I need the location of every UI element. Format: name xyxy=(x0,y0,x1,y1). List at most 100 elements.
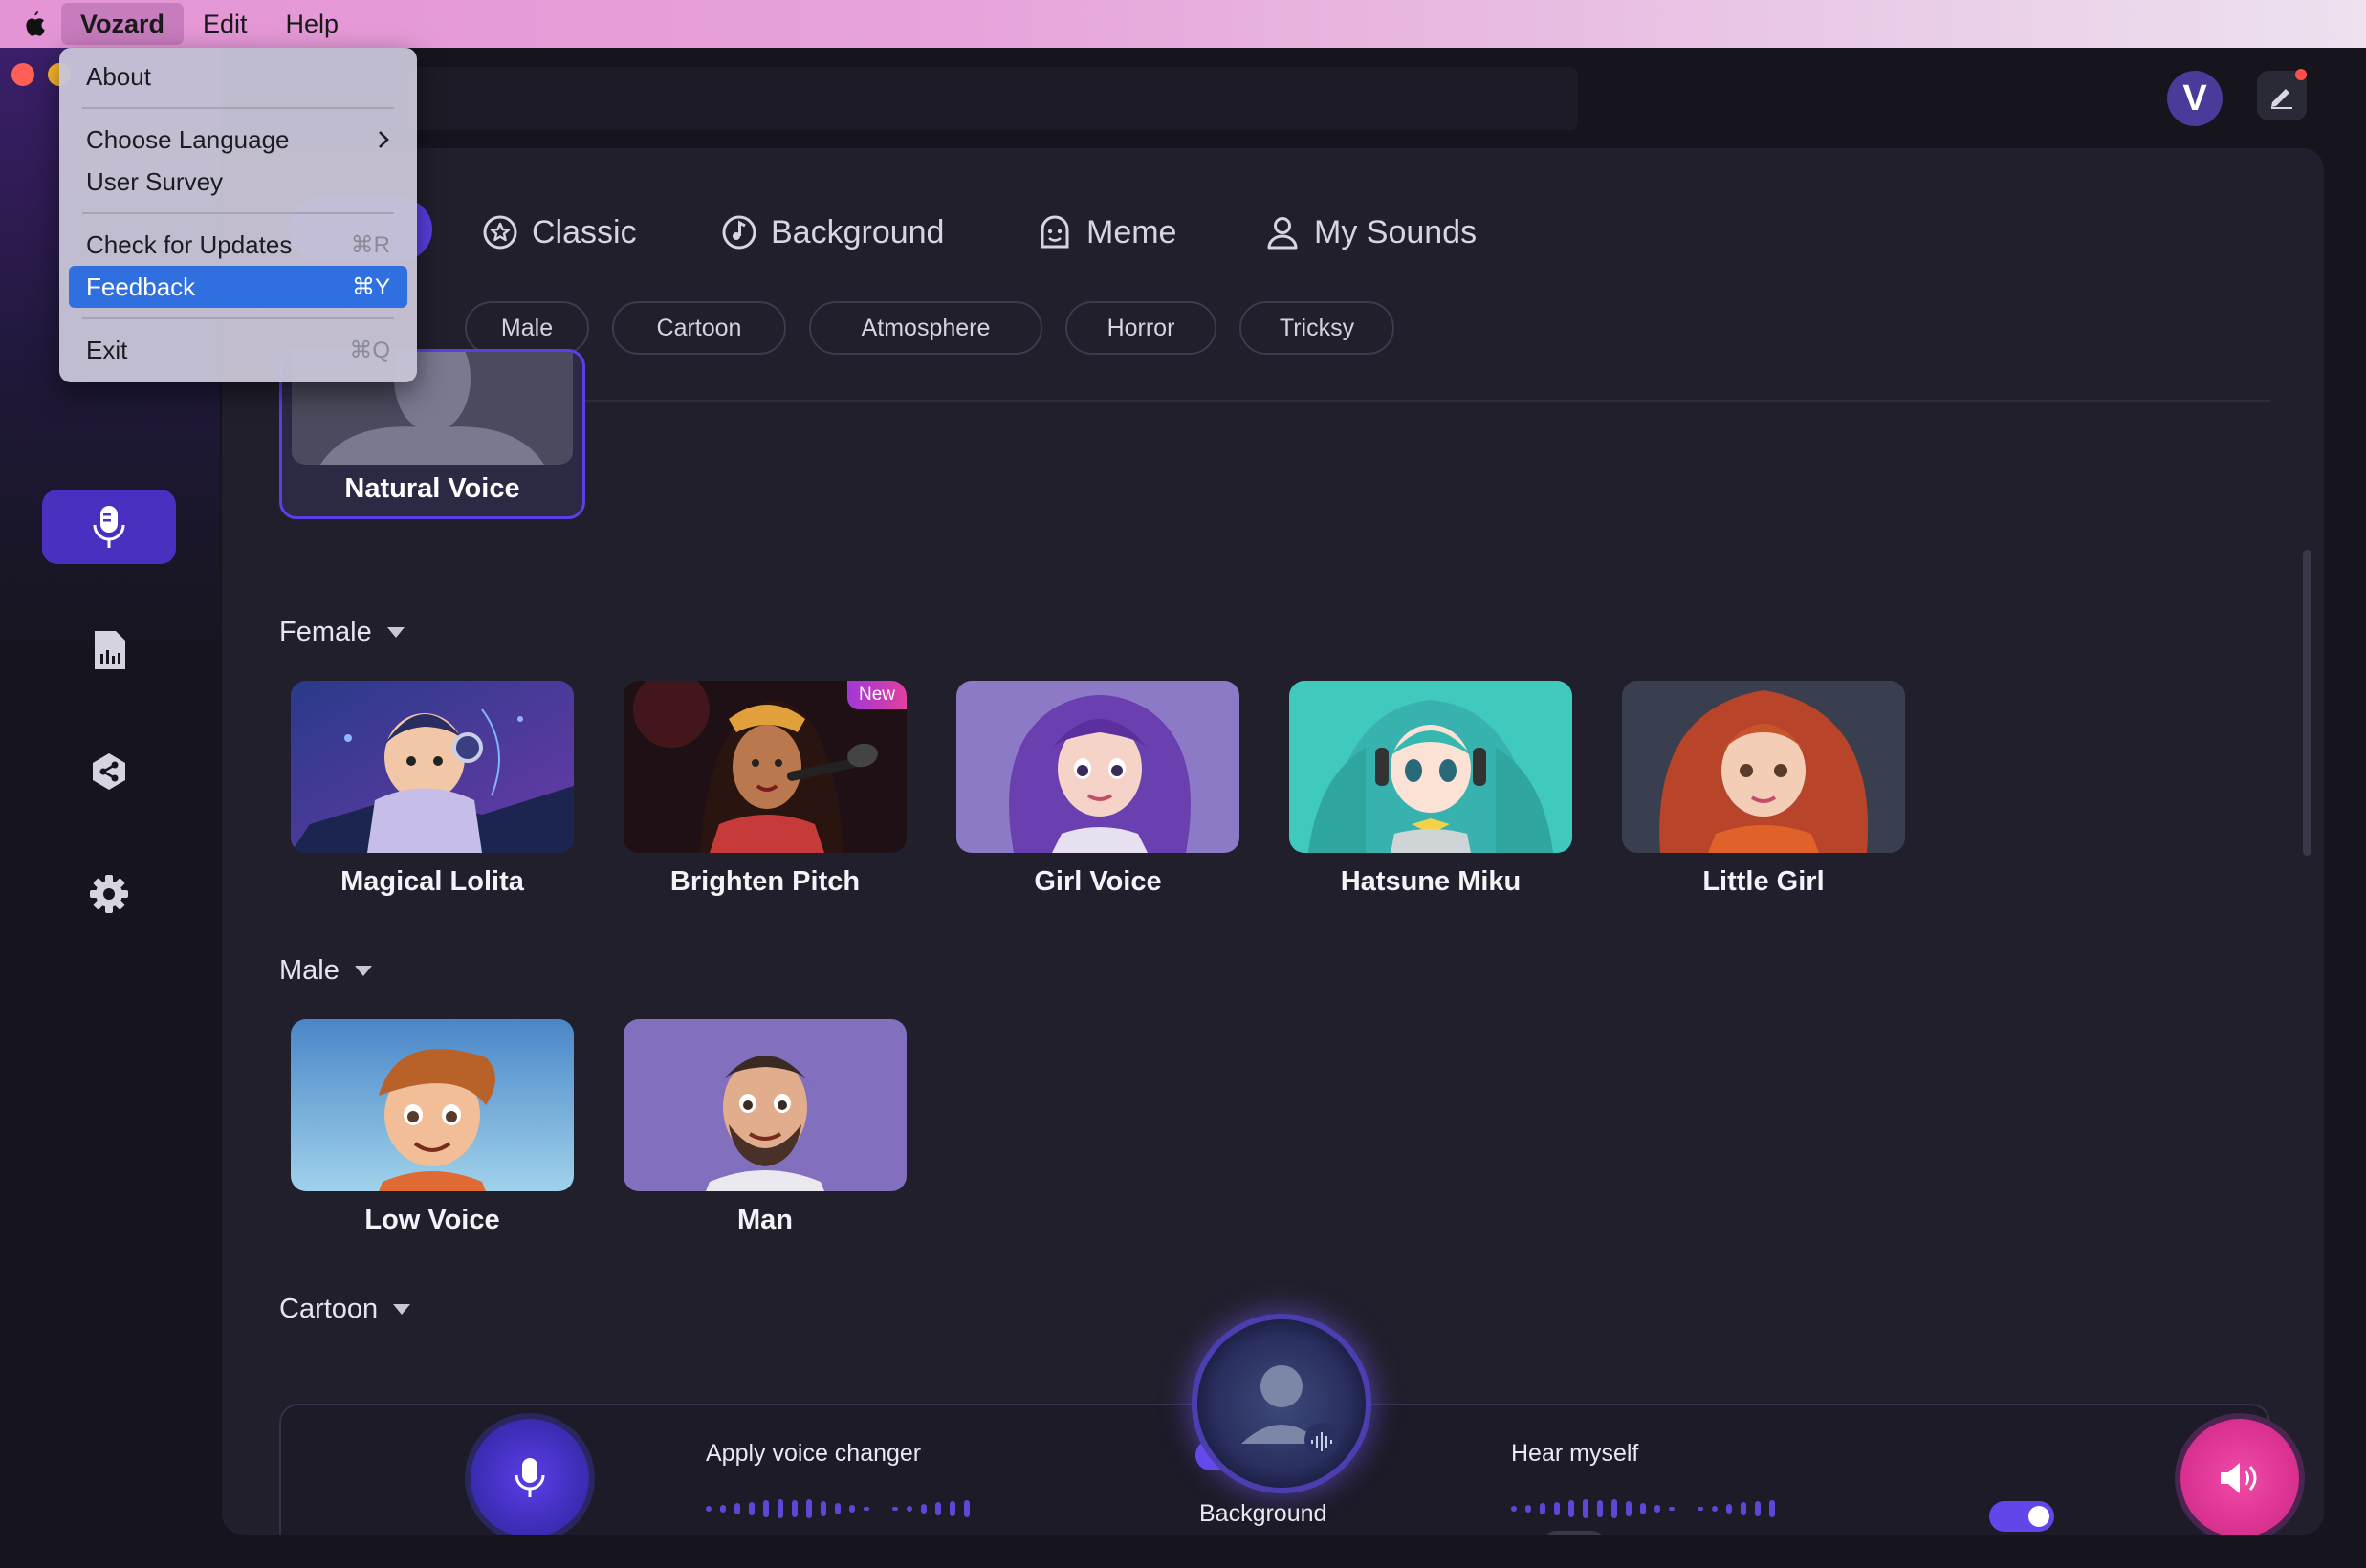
section-male-header[interactable]: Male xyxy=(279,955,372,987)
tab-my-sounds-label: My Sounds xyxy=(1314,213,1478,250)
microphone-icon xyxy=(93,506,125,548)
avatar-letter: V xyxy=(2182,77,2207,119)
voice-card-image xyxy=(291,681,574,853)
sidebar-item-share[interactable] xyxy=(42,734,176,809)
tab-background[interactable]: Background xyxy=(721,204,944,261)
section-title: Male xyxy=(279,955,340,986)
sidebar-item-settings[interactable] xyxy=(42,857,176,931)
background-label: Background xyxy=(1199,1500,1327,1527)
filter-chip-male[interactable]: Male xyxy=(465,301,589,355)
filter-chip-atmosphere[interactable]: Atmosphere xyxy=(809,301,1042,355)
menu-item-exit[interactable]: Exit ⌘Q xyxy=(69,329,407,371)
menubar-app-vozard[interactable]: Vozard xyxy=(61,3,185,45)
filter-chip-tricksy[interactable]: Tricksy xyxy=(1239,301,1394,355)
voice-card-label: Magical Lolita xyxy=(340,866,524,897)
voice-control-bar: Apply voice changer Background Hear myse… xyxy=(279,1319,2299,1535)
speaker-button[interactable] xyxy=(2180,1419,2299,1535)
gear-icon xyxy=(90,875,128,913)
chevron-right-icon xyxy=(379,131,389,148)
chevron-down-icon xyxy=(393,1304,411,1315)
voice-card-label: Hatsune Miku xyxy=(1340,866,1522,897)
tab-classic[interactable]: Classic xyxy=(482,204,637,261)
app-dropdown-menu: About Choose Language User Survey Check … xyxy=(59,48,417,382)
apple-icon[interactable] xyxy=(0,10,67,38)
menu-item-label: Choose Language xyxy=(86,124,290,154)
hear-myself-toggle[interactable] xyxy=(1989,1501,2054,1532)
new-badge: New xyxy=(846,681,907,709)
voice-card-image: New xyxy=(624,681,907,853)
scrollbar[interactable] xyxy=(2303,550,2311,856)
menu-item-label: Exit xyxy=(86,335,128,364)
audio-file-icon xyxy=(95,631,125,669)
section-title: Cartoon xyxy=(279,1294,379,1324)
tab-my-sounds[interactable]: My Sounds xyxy=(1264,204,1477,261)
menu-item-label: Feedback xyxy=(86,272,196,301)
microphone-icon xyxy=(515,1458,545,1497)
microphone-button[interactable] xyxy=(471,1419,589,1535)
voice-card-brighten-pitch[interactable]: New Brighten Pitch xyxy=(624,681,907,898)
tab-background-label: Background xyxy=(771,213,945,250)
menu-item-label: User Survey xyxy=(86,166,224,196)
voice-card-little-girl[interactable]: Little Girl xyxy=(1622,681,1905,898)
section-title: Female xyxy=(279,617,372,647)
voice-card-image xyxy=(956,681,1239,853)
section-female-header[interactable]: Female xyxy=(279,617,405,648)
voice-card-image xyxy=(291,1019,574,1191)
tab-meme-label: Meme xyxy=(1086,213,1177,250)
music-note-circle-icon xyxy=(722,215,756,250)
person-silhouette-icon xyxy=(1241,1365,1339,1457)
voice-card-man[interactable]: Man xyxy=(624,1019,907,1236)
voice-card-hatsune-miku[interactable]: Hatsune Miku xyxy=(1289,681,1572,898)
speaker-icon xyxy=(2221,1463,2257,1493)
voice-card-label: Little Girl xyxy=(1702,866,1825,897)
hear-myself-label: Hear myself xyxy=(1511,1440,1639,1467)
menubar-help[interactable]: Help xyxy=(267,3,359,45)
menu-shortcut: ⌘R xyxy=(350,231,390,258)
sidebar-item-files[interactable] xyxy=(42,613,176,687)
background-toggle[interactable] xyxy=(1542,1531,1607,1535)
voice-card-image xyxy=(1622,681,1905,853)
voice-card-low-voice[interactable]: Low Voice xyxy=(291,1019,574,1236)
notification-dot xyxy=(2295,69,2307,80)
menu-item-about[interactable]: About xyxy=(69,55,407,98)
share-icon xyxy=(93,753,125,790)
section-cartoon-header[interactable]: Cartoon xyxy=(279,1294,411,1325)
voice-card-image xyxy=(1289,681,1572,853)
filter-chip-label: Horror xyxy=(1106,314,1175,341)
menu-separator xyxy=(82,212,394,214)
menu-item-choose-language[interactable]: Choose Language xyxy=(69,119,407,161)
edit-button[interactable] xyxy=(2257,69,2307,120)
filter-chip-label: Male xyxy=(500,314,554,341)
filter-chip-label: Atmosphere xyxy=(861,314,991,341)
filter-chip-label: Tricksy xyxy=(1279,314,1355,341)
menu-separator xyxy=(82,317,394,319)
voice-card-magical-lolita[interactable]: Magical Lolita xyxy=(291,681,574,898)
output-level-meter xyxy=(1511,1494,1775,1523)
chevron-down-icon xyxy=(354,966,372,976)
menu-item-label: About xyxy=(86,61,151,91)
voice-card-label: Low Voice xyxy=(364,1205,500,1235)
voice-card-image xyxy=(624,1019,907,1191)
menu-shortcut: ⌘Q xyxy=(349,337,390,363)
menubar-edit[interactable]: Edit xyxy=(184,3,267,45)
close-window-button[interactable] xyxy=(11,63,34,86)
filter-chip-horror[interactable]: Horror xyxy=(1065,301,1216,355)
mic-level-meter xyxy=(706,1494,970,1523)
background-sound-button[interactable] xyxy=(1197,1319,1366,1488)
voice-card-girl-voice[interactable]: Girl Voice xyxy=(956,681,1239,898)
person-icon xyxy=(1267,217,1298,250)
menu-item-check-updates[interactable]: Check for Updates ⌘R xyxy=(69,224,407,266)
user-avatar[interactable]: V xyxy=(2167,71,2223,126)
menu-separator xyxy=(82,107,394,109)
toggle-knob xyxy=(2028,1506,2049,1527)
voice-card-label: Man xyxy=(737,1205,793,1235)
filter-chip-cartoon[interactable]: Cartoon xyxy=(612,301,786,355)
menu-item-user-survey[interactable]: User Survey xyxy=(69,161,407,203)
sidebar-item-voice-changer[interactable] xyxy=(42,490,176,564)
menu-item-feedback[interactable]: Feedback ⌘Y xyxy=(69,266,407,308)
tab-meme[interactable]: Meme xyxy=(1037,204,1176,261)
chevron-down-icon xyxy=(386,627,405,638)
ghost-face-icon xyxy=(1041,215,1069,249)
filter-chip-label: Cartoon xyxy=(656,314,742,341)
voice-card-label: Natural Voice xyxy=(344,473,520,504)
